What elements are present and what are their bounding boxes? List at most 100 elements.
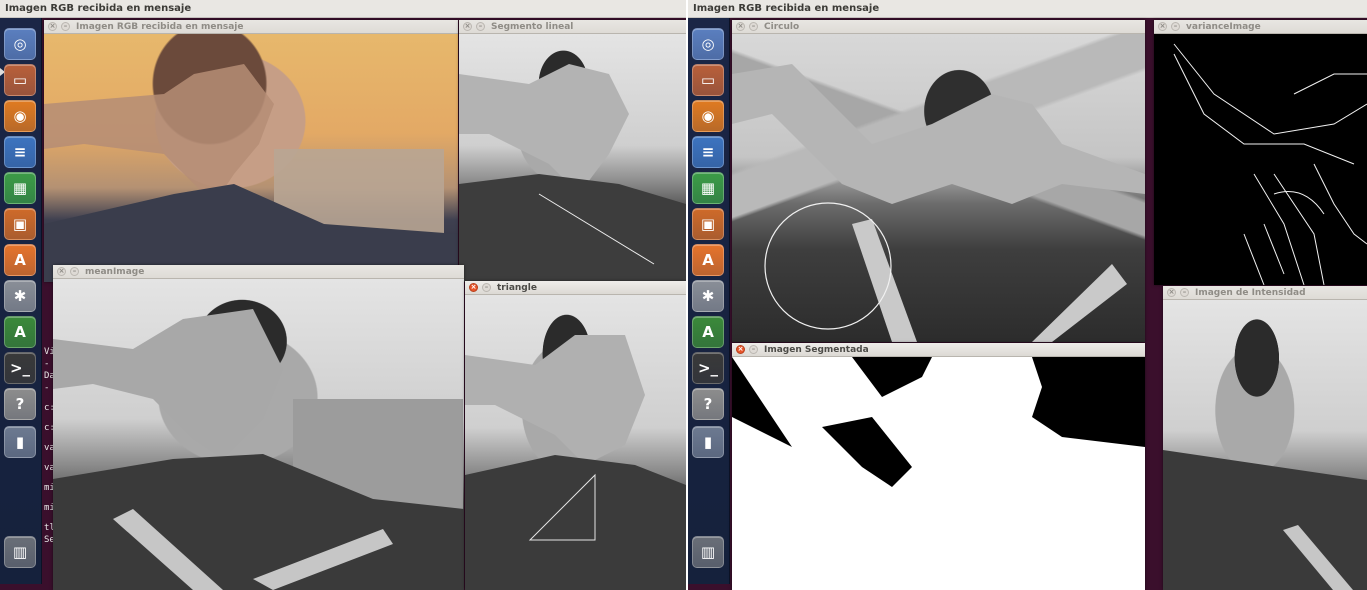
- firefox-icon[interactable]: ◉: [692, 100, 724, 132]
- minimize-icon[interactable]: –: [70, 267, 79, 276]
- minimize-icon[interactable]: –: [482, 283, 491, 292]
- close-icon[interactable]: ×: [736, 22, 745, 31]
- rgb-image-view: [44, 34, 458, 282]
- software-updater-icon[interactable]: A: [692, 316, 724, 348]
- close-icon[interactable]: ×: [1167, 288, 1176, 297]
- imagen-segmentada-view: [732, 357, 1145, 590]
- terminal-glyph: >_: [697, 358, 719, 377]
- window-circulo[interactable]: × – Circulo: [732, 20, 1145, 342]
- trash-icon[interactable]: ▥: [692, 536, 724, 568]
- variance-image-view: [1154, 34, 1367, 285]
- dash-icon[interactable]: ◎: [4, 28, 36, 60]
- right-top-panel-title: Imagen RGB recibida en mensaje: [688, 0, 1367, 18]
- window-title: Imagen Segmentada: [764, 344, 869, 355]
- close-icon[interactable]: ×: [469, 283, 478, 292]
- terminal-icon[interactable]: >_: [692, 352, 724, 384]
- circle-overlay: [732, 64, 1145, 342]
- window-title: Imagen de Intensidad: [1195, 287, 1306, 298]
- imagen-intensidad-view: [1163, 300, 1367, 590]
- segmentation-mask: [732, 357, 1145, 590]
- impress-glyph: ▣: [12, 214, 28, 233]
- calc-glyph: ▦: [12, 178, 28, 197]
- calc-icon[interactable]: ▦: [4, 172, 36, 204]
- files-icon[interactable]: ▭: [4, 64, 36, 96]
- left-launcher: ◎ ▭ ◉ ≡ ▦ ▣ A ✱ A >_? ▮ ▥: [0, 18, 42, 584]
- variance-edges: [1173, 43, 1367, 285]
- software-updater-icon[interactable]: A: [4, 316, 36, 348]
- hand-silhouette: [44, 64, 458, 282]
- triangle-overlay: [465, 335, 686, 590]
- calc-glyph: ▦: [700, 178, 716, 197]
- dash-glyph: ◎: [701, 34, 715, 53]
- window-imagen-intensidad[interactable]: × – Imagen de Intensidad: [1163, 286, 1367, 590]
- terminal-icon[interactable]: >_: [4, 352, 36, 384]
- minimize-icon[interactable]: –: [1180, 288, 1189, 297]
- usb-drive-glyph: ▮: [15, 432, 25, 451]
- window-title: varianceImage: [1186, 21, 1261, 32]
- close-icon[interactable]: ×: [736, 345, 745, 354]
- window-title: Imagen RGB recibida en mensaje: [76, 21, 244, 32]
- titlebar[interactable]: × – Segmento lineal: [459, 20, 686, 34]
- close-icon[interactable]: ×: [463, 22, 472, 31]
- impress-icon[interactable]: ▣: [4, 208, 36, 240]
- files-glyph: ▭: [700, 70, 716, 89]
- close-icon[interactable]: ×: [57, 267, 66, 276]
- titlebar[interactable]: × – meanImage: [53, 265, 464, 279]
- dash-icon[interactable]: ◎: [692, 28, 724, 60]
- firefox-glyph: ◉: [701, 106, 715, 125]
- firefox-icon[interactable]: ◉: [4, 100, 36, 132]
- right-screen: Imagen RGB recibida en mensaje ◎ ▭ ◉ ≡ ▦ ▣ A ✱ A…: [688, 0, 1367, 590]
- settings-icon[interactable]: ✱: [4, 280, 36, 312]
- trash-glyph: ▥: [12, 542, 28, 561]
- trash-icon[interactable]: ▥: [4, 536, 36, 568]
- writer-icon[interactable]: ≡: [692, 136, 724, 168]
- minimize-icon[interactable]: –: [476, 22, 485, 31]
- unknown-app-icon[interactable]: ?: [692, 388, 724, 420]
- titlebar[interactable]: × – Circulo: [732, 20, 1145, 34]
- titlebar[interactable]: × – Imagen RGB recibida en mensaje: [44, 20, 458, 34]
- window-mean-image[interactable]: × – meanImage: [53, 265, 464, 590]
- minimize-icon[interactable]: –: [61, 22, 70, 31]
- unknown-app-icon[interactable]: ?: [4, 388, 36, 420]
- close-icon[interactable]: ×: [1158, 22, 1167, 31]
- usb-drive-icon[interactable]: ▮: [692, 426, 724, 458]
- mean-image-shapes: [53, 309, 464, 590]
- titlebar[interactable]: × – varianceImage: [1154, 20, 1367, 34]
- left-top-panel-title: Imagen RGB recibida en mensaje: [0, 0, 686, 18]
- segmento-lineal-view: [459, 34, 686, 282]
- firefox-glyph: ◉: [13, 106, 27, 125]
- titlebar[interactable]: × – Imagen de Intensidad: [1163, 286, 1367, 300]
- impress-glyph: ▣: [700, 214, 716, 233]
- impress-icon[interactable]: ▣: [692, 208, 724, 240]
- titlebar[interactable]: × – Imagen Segmentada: [732, 343, 1145, 357]
- dash-glyph: ◎: [13, 34, 27, 53]
- usb-drive-icon[interactable]: ▮: [4, 426, 36, 458]
- window-title: Segmento lineal: [491, 21, 574, 32]
- settings-icon[interactable]: ✱: [692, 280, 724, 312]
- mean-image-view: [53, 279, 464, 590]
- settings-glyph: ✱: [13, 286, 27, 305]
- software-center-icon[interactable]: A: [692, 244, 724, 276]
- window-title: triangle: [497, 282, 537, 293]
- writer-glyph: ≡: [13, 142, 27, 161]
- close-icon[interactable]: ×: [48, 22, 57, 31]
- calc-icon[interactable]: ▦: [692, 172, 724, 204]
- trash-glyph: ▥: [700, 542, 716, 561]
- left-screen: Imagen RGB recibida en mensaje ◎ ▭ ◉ ≡ ▦ ▣ A ✱ A…: [0, 0, 686, 590]
- window-variance-image[interactable]: × – varianceImage: [1154, 20, 1367, 285]
- software-center-icon[interactable]: A: [4, 244, 36, 276]
- files-icon[interactable]: ▭: [692, 64, 724, 96]
- writer-icon[interactable]: ≡: [4, 136, 36, 168]
- window-triangle[interactable]: × – triangle: [465, 281, 686, 590]
- window-imagen-segmentada[interactable]: × – Imagen Segmentada: [732, 343, 1145, 590]
- window-rgb-image[interactable]: × – Imagen RGB recibida en mensaje: [44, 20, 458, 282]
- titlebar[interactable]: × – triangle: [465, 281, 686, 295]
- software-center-glyph: A: [702, 250, 714, 269]
- software-updater-glyph: A: [702, 322, 714, 341]
- settings-glyph: ✱: [701, 286, 715, 305]
- minimize-icon[interactable]: –: [749, 345, 758, 354]
- window-segmento-lineal[interactable]: × – Segmento lineal: [459, 20, 686, 282]
- minimize-icon[interactable]: –: [749, 22, 758, 31]
- software-center-glyph: A: [14, 250, 26, 269]
- minimize-icon[interactable]: –: [1171, 22, 1180, 31]
